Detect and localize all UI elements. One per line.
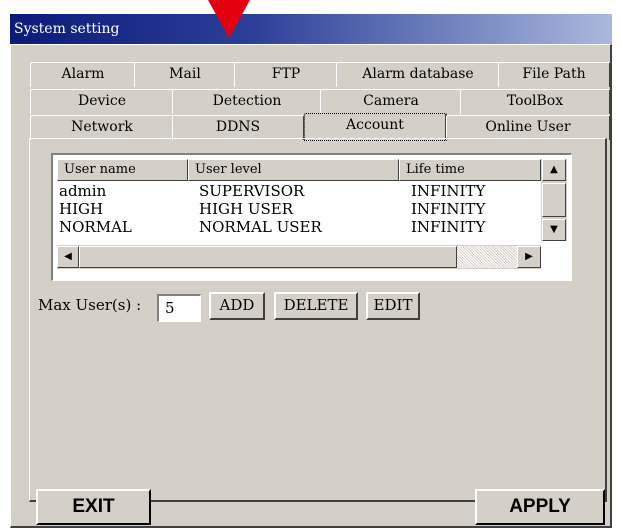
button-label: EXIT — [72, 496, 115, 517]
tab-camera[interactable]: Camera — [320, 89, 463, 114]
column-header-user-name[interactable]: User name — [57, 159, 188, 181]
tab-ftp[interactable]: FTP — [234, 62, 339, 87]
scroll-down-arrow-icon[interactable]: ▼ — [542, 219, 566, 241]
cell-user-name: admin — [59, 182, 107, 200]
column-header-life-time[interactable]: Life time — [399, 159, 541, 181]
tab-label: DDNS — [215, 119, 261, 135]
cell-user-level: SUPERVISOR — [199, 182, 305, 200]
cell-user-level: HIGH USER — [199, 200, 293, 218]
tab-alarm-database[interactable]: Alarm database — [336, 62, 501, 87]
column-header-user-level[interactable]: User level — [188, 159, 399, 181]
exit-button[interactable]: EXIT — [36, 489, 151, 525]
user-list[interactable]: User name User level Life time admin SUP… — [51, 153, 572, 281]
tab-detection[interactable]: Detection — [172, 89, 323, 114]
tab-label: File Path — [522, 66, 586, 82]
header-label: User level — [195, 162, 262, 177]
button-label: EDIT — [373, 296, 413, 314]
scroll-track[interactable] — [457, 246, 517, 268]
tab-label: Alarm database — [362, 66, 474, 82]
tab-account[interactable]: Account — [304, 113, 447, 141]
tab-network[interactable]: Network — [30, 115, 175, 140]
max-users-value: 5 — [165, 299, 175, 317]
vertical-scrollbar[interactable]: ▲ ▼ — [541, 159, 567, 241]
max-users-label: Max User(s) : — [38, 296, 142, 314]
tab-label: Device — [77, 93, 127, 109]
tab-mail[interactable]: Mail — [134, 62, 237, 87]
scroll-thumb[interactable] — [79, 246, 457, 268]
tab-label: Alarm — [61, 66, 105, 82]
tab-file-path[interactable]: File Path — [498, 62, 611, 87]
tab-ddns[interactable]: DDNS — [172, 115, 305, 140]
tab-label: ToolBox — [506, 93, 564, 109]
cell-user-name: NORMAL — [59, 218, 132, 236]
tab-label: Network — [71, 119, 133, 135]
cell-life-time: INFINITY — [411, 182, 486, 200]
tab-online-user[interactable]: Online User — [446, 115, 611, 140]
button-label: DELETE — [283, 296, 349, 314]
window-title: System setting — [14, 21, 120, 37]
scroll-left-arrow-icon[interactable]: ◀ — [57, 246, 79, 268]
add-button[interactable]: ADD — [209, 292, 265, 320]
horizontal-scrollbar[interactable]: ◀ ▶ — [57, 245, 541, 269]
arrow-pointer-icon — [208, 0, 250, 38]
tab-label: Camera — [363, 93, 419, 109]
max-users-input[interactable]: 5 — [157, 294, 201, 322]
tab-device[interactable]: Device — [30, 89, 175, 114]
tab-label: Account — [346, 117, 404, 133]
cell-user-level: NORMAL USER — [199, 218, 322, 236]
scroll-thumb[interactable] — [542, 183, 566, 217]
tab-label: Online User — [485, 119, 571, 135]
cell-life-time: INFINITY — [411, 200, 486, 218]
header-label: User name — [64, 162, 136, 177]
tab-label: FTP — [271, 66, 301, 82]
cell-life-time: INFINITY — [411, 218, 486, 236]
tab-label: Mail — [169, 66, 201, 82]
tab-alarm[interactable]: Alarm — [30, 62, 137, 87]
apply-button[interactable]: APPLY — [475, 489, 605, 525]
button-label: ADD — [219, 296, 255, 314]
delete-button[interactable]: DELETE — [274, 292, 358, 320]
scroll-right-arrow-icon[interactable]: ▶ — [517, 246, 541, 268]
window-titlebar: System setting — [10, 14, 612, 44]
scroll-up-arrow-icon[interactable]: ▲ — [542, 159, 566, 181]
cell-user-name: HIGH — [59, 200, 104, 218]
edit-button[interactable]: EDIT — [366, 292, 420, 320]
tab-toolbox[interactable]: ToolBox — [460, 89, 611, 114]
button-label: APPLY — [509, 496, 571, 517]
tab-label: Detection — [212, 93, 282, 109]
header-label: Life time — [406, 162, 465, 177]
